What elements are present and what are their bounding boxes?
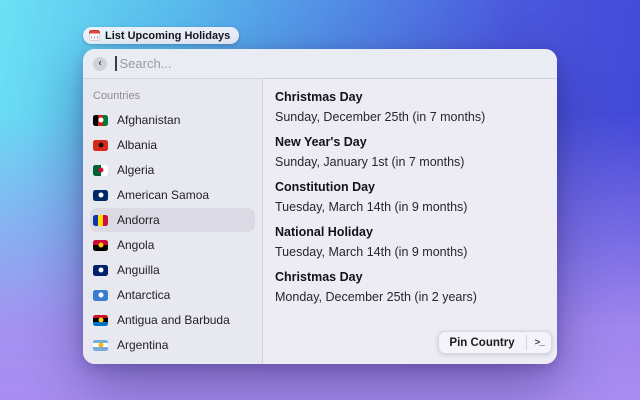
country-flag-icon <box>93 164 108 176</box>
country-flag-icon <box>93 139 108 151</box>
country-flag-icon <box>93 339 108 351</box>
country-flag-icon <box>93 239 108 251</box>
holiday-title: New Year's Day <box>275 135 367 149</box>
country-name: Albania <box>117 138 158 152</box>
search-bar: ‹ <box>83 49 557 79</box>
holiday-title: Christmas Day <box>275 90 363 104</box>
country-row[interactable]: Afghanistan <box>90 108 255 132</box>
countries-section-label: Countries <box>93 90 141 102</box>
holiday-date: Sunday, January 1st (in 7 months) <box>275 155 465 169</box>
country-list: Afghanistan Albania Algeria American Samoa A… <box>90 108 255 357</box>
country-name: Antarctica <box>117 288 171 302</box>
country-flag-icon <box>93 189 108 201</box>
country-row[interactable]: Antigua and Barbuda <box>90 308 255 332</box>
country-flag-icon <box>93 264 108 276</box>
holiday-list: Christmas Day Sunday, December 25th (in 7… <box>275 89 545 305</box>
holiday-entry: Christmas Day Sunday, December 25th (in 7… <box>275 89 545 125</box>
holiday-entry: Constitution Day Tuesday, March 14th (in … <box>275 179 545 215</box>
country-name: Antigua and Barbuda <box>117 313 230 327</box>
country-row[interactable]: Algeria <box>90 158 255 182</box>
countries-sidebar: Countries Afghanistan Albania Algeria Ameri… <box>83 79 263 364</box>
pin-country-button-label: Pin Country <box>449 336 515 349</box>
command-pill[interactable]: List Upcoming Holidays <box>83 27 240 44</box>
holiday-title: Christmas Day <box>275 270 363 284</box>
holiday-date: Tuesday, March 14th (in 9 months) <box>275 245 468 259</box>
holiday-entry: National Holiday Tuesday, March 14th (in … <box>275 224 545 260</box>
country-name: Algeria <box>117 163 155 177</box>
country-flag-icon <box>93 214 108 226</box>
holiday-title: National Holiday <box>275 225 373 239</box>
desktop-background: List Upcoming Holidays ‹ Countries Afgha… <box>0 0 640 400</box>
country-name: Angola <box>117 238 155 252</box>
holiday-date: Monday, December 25th (in 2 years) <box>275 290 477 304</box>
footer-action-group: Pin Country >_ <box>438 331 552 354</box>
country-name: Andorra <box>117 213 160 227</box>
terminal-prompt-icon[interactable]: >_ <box>527 331 552 354</box>
country-row[interactable]: American Samoa <box>90 183 255 207</box>
search-input[interactable] <box>116 56 547 71</box>
window-body: Countries Afghanistan Albania Algeria Ameri… <box>83 79 557 364</box>
country-flag-icon <box>93 289 108 301</box>
holiday-detail-panel: Christmas Day Sunday, December 25th (in 7… <box>263 79 557 364</box>
country-flag-icon <box>93 314 108 326</box>
country-row[interactable]: Argentina <box>90 333 255 357</box>
country-name: American Samoa <box>117 188 210 202</box>
holiday-date: Sunday, December 25th (in 7 months) <box>275 110 486 124</box>
holiday-date: Tuesday, March 14th (in 9 months) <box>275 200 468 214</box>
calendar-icon <box>89 30 100 41</box>
country-row[interactable]: Anguilla <box>90 258 255 282</box>
holiday-entry: Christmas Day Monday, December 25th (in 2… <box>275 269 545 305</box>
chevron-left-icon: ‹ <box>98 57 102 68</box>
country-row[interactable]: Angola <box>90 233 255 257</box>
country-name: Argentina <box>117 338 169 352</box>
raycast-window: ‹ Countries Afghanistan Albania Algeria Ame… <box>83 49 557 364</box>
country-flag-icon <box>93 114 108 126</box>
holiday-title: Constitution Day <box>275 180 375 194</box>
country-name: Afghanistan <box>117 113 181 127</box>
country-row[interactable]: Antarctica <box>90 283 255 307</box>
command-pill-label: List Upcoming Holidays <box>105 29 231 42</box>
pin-country-button[interactable]: Pin Country <box>438 331 525 354</box>
country-row[interactable]: Albania <box>90 133 255 157</box>
country-row[interactable]: Andorra <box>90 208 255 232</box>
country-name: Anguilla <box>117 263 160 277</box>
holiday-entry: New Year's Day Sunday, January 1st (in 7 … <box>275 134 545 170</box>
back-button[interactable]: ‹ <box>93 56 107 71</box>
